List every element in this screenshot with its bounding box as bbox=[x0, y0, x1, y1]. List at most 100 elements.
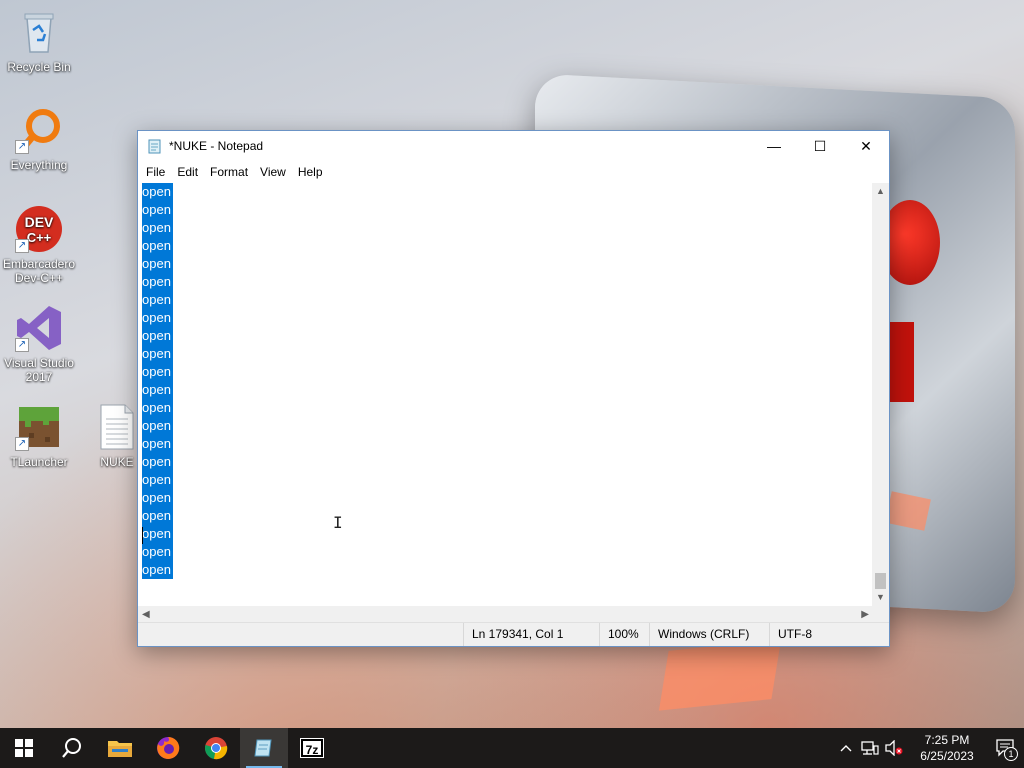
shortcut-arrow-icon: ↗ bbox=[15, 140, 29, 154]
status-zoom: 100% bbox=[599, 623, 649, 646]
text-line: open bbox=[138, 255, 873, 273]
show-hidden-icons-chevron-icon[interactable] bbox=[834, 728, 858, 768]
text-line: open bbox=[138, 309, 873, 327]
selected-text: open bbox=[142, 345, 173, 363]
desktop-icon-devcpp[interactable]: DEV C++ ↗ Embarcadero Dev-C++ bbox=[0, 205, 78, 285]
volume-muted-icon[interactable] bbox=[882, 728, 906, 768]
selected-text: open bbox=[142, 363, 173, 381]
text-line: open bbox=[138, 489, 873, 507]
scroll-left-icon[interactable]: ◀ bbox=[142, 609, 150, 620]
text-editor-area[interactable]: open open open open open open open open open open… bbox=[138, 183, 873, 606]
chrome-button[interactable] bbox=[192, 728, 240, 768]
action-center-button[interactable]: 1 bbox=[988, 728, 1024, 768]
menu-edit[interactable]: Edit bbox=[171, 165, 204, 179]
text-line: open bbox=[138, 543, 873, 561]
chrome-icon bbox=[205, 737, 228, 760]
shortcut-arrow-icon: ↗ bbox=[15, 239, 29, 253]
folder-icon bbox=[108, 741, 132, 757]
scroll-down-icon[interactable]: ▼ bbox=[872, 589, 889, 606]
desktop-icon-recycle-bin[interactable]: Recycle Bin bbox=[0, 8, 78, 74]
notepad-taskbar-button[interactable] bbox=[240, 728, 288, 768]
notepad-icon bbox=[254, 739, 272, 757]
selected-text: open bbox=[142, 255, 173, 273]
search-icon bbox=[62, 738, 81, 758]
selected-text: open bbox=[142, 561, 173, 579]
text-line: open bbox=[138, 471, 873, 489]
selected-text: open bbox=[142, 417, 173, 435]
menu-bar: File Edit Format View Help bbox=[138, 161, 889, 183]
menu-help[interactable]: Help bbox=[292, 165, 329, 179]
7zip-button[interactable]: 7z bbox=[288, 728, 336, 768]
window-title: *NUKE - Notepad bbox=[169, 139, 264, 153]
selected-text: open bbox=[142, 381, 173, 399]
text-line: open bbox=[138, 291, 873, 309]
visual-studio-icon: ↗ bbox=[15, 304, 63, 352]
taskbar: 7z 7:25 PM 6/25/2023 1 bbox=[0, 728, 1024, 768]
desktop-icon-visual-studio[interactable]: ↗ Visual Studio 2017 bbox=[0, 304, 78, 384]
text-line: open bbox=[138, 399, 873, 417]
wallpaper-glow bbox=[658, 639, 782, 711]
text-line: open bbox=[138, 363, 873, 381]
text-line: open bbox=[138, 561, 873, 579]
scroll-right-icon[interactable]: ▶ bbox=[861, 609, 869, 620]
wallpaper-red-mark bbox=[888, 322, 914, 402]
desktop-icon-label: Recycle Bin bbox=[7, 60, 71, 74]
devcpp-icon: DEV C++ ↗ bbox=[15, 205, 63, 253]
selected-text: open bbox=[142, 183, 173, 201]
file-explorer-button[interactable] bbox=[96, 728, 144, 768]
selected-text: open bbox=[142, 471, 173, 489]
selected-text: open bbox=[142, 399, 173, 417]
desktop-icon-everything[interactable]: ↗ Everything bbox=[0, 106, 78, 172]
desktop-icon-tlauncher[interactable]: ↗ TLauncher bbox=[0, 403, 78, 469]
7zip-icon: 7z bbox=[300, 738, 324, 758]
text-line: open bbox=[138, 345, 873, 363]
text-file-icon bbox=[93, 403, 141, 451]
clock[interactable]: 7:25 PM 6/25/2023 bbox=[906, 732, 988, 764]
text-line: open bbox=[138, 237, 873, 255]
vertical-scrollbar[interactable]: ▲ ▼ bbox=[872, 183, 889, 606]
system-tray: 7:25 PM 6/25/2023 1 bbox=[834, 728, 1024, 768]
grass-block-icon: ↗ bbox=[15, 403, 63, 451]
start-button[interactable] bbox=[0, 728, 48, 768]
close-button[interactable]: ✕ bbox=[843, 131, 889, 161]
text-line: open bbox=[138, 327, 873, 345]
text-line: open bbox=[138, 201, 873, 219]
search-button[interactable] bbox=[48, 728, 96, 768]
desktop-icon-label: NUKE bbox=[100, 455, 134, 469]
text-line: open bbox=[138, 183, 873, 201]
network-icon[interactable] bbox=[858, 728, 882, 768]
firefox-icon bbox=[157, 736, 180, 759]
selected-text: open bbox=[142, 489, 173, 507]
text-line: open bbox=[138, 453, 873, 471]
menu-view[interactable]: View bbox=[254, 165, 292, 179]
windows-start-icon bbox=[15, 739, 33, 757]
clock-time: 7:25 PM bbox=[924, 733, 970, 747]
text-line: open bbox=[138, 525, 873, 543]
text-line: open bbox=[138, 273, 873, 291]
menu-format[interactable]: Format bbox=[204, 165, 254, 179]
svg-text:DEV: DEV bbox=[25, 214, 54, 230]
selected-text: open bbox=[142, 309, 173, 327]
text-caret bbox=[142, 527, 143, 544]
minimize-button[interactable]: — bbox=[751, 131, 797, 161]
maximize-button[interactable]: ☐ bbox=[797, 131, 843, 161]
shortcut-arrow-icon: ↗ bbox=[15, 437, 29, 451]
firefox-button[interactable] bbox=[144, 728, 192, 768]
status-encoding: UTF-8 bbox=[769, 623, 874, 646]
selected-text: open bbox=[142, 273, 173, 291]
text-line: open bbox=[138, 507, 873, 525]
everything-search-icon: ↗ bbox=[15, 106, 63, 154]
title-bar[interactable]: *NUKE - Notepad — ☐ ✕ bbox=[138, 131, 889, 161]
scrollbar-thumb[interactable] bbox=[875, 573, 886, 589]
desktop-icon-label: Everything bbox=[10, 158, 68, 172]
horizontal-scrollbar[interactable]: ◀ ▶ bbox=[138, 606, 873, 623]
recycle-bin-icon bbox=[15, 8, 63, 56]
text-line: open bbox=[138, 435, 873, 453]
selected-text: open bbox=[142, 453, 173, 471]
status-line-endings: Windows (CRLF) bbox=[649, 623, 769, 646]
selected-text: open bbox=[142, 525, 173, 543]
menu-file[interactable]: File bbox=[140, 165, 171, 179]
selected-text: open bbox=[142, 327, 173, 345]
notepad-icon bbox=[147, 138, 163, 154]
scroll-up-icon[interactable]: ▲ bbox=[872, 183, 889, 200]
